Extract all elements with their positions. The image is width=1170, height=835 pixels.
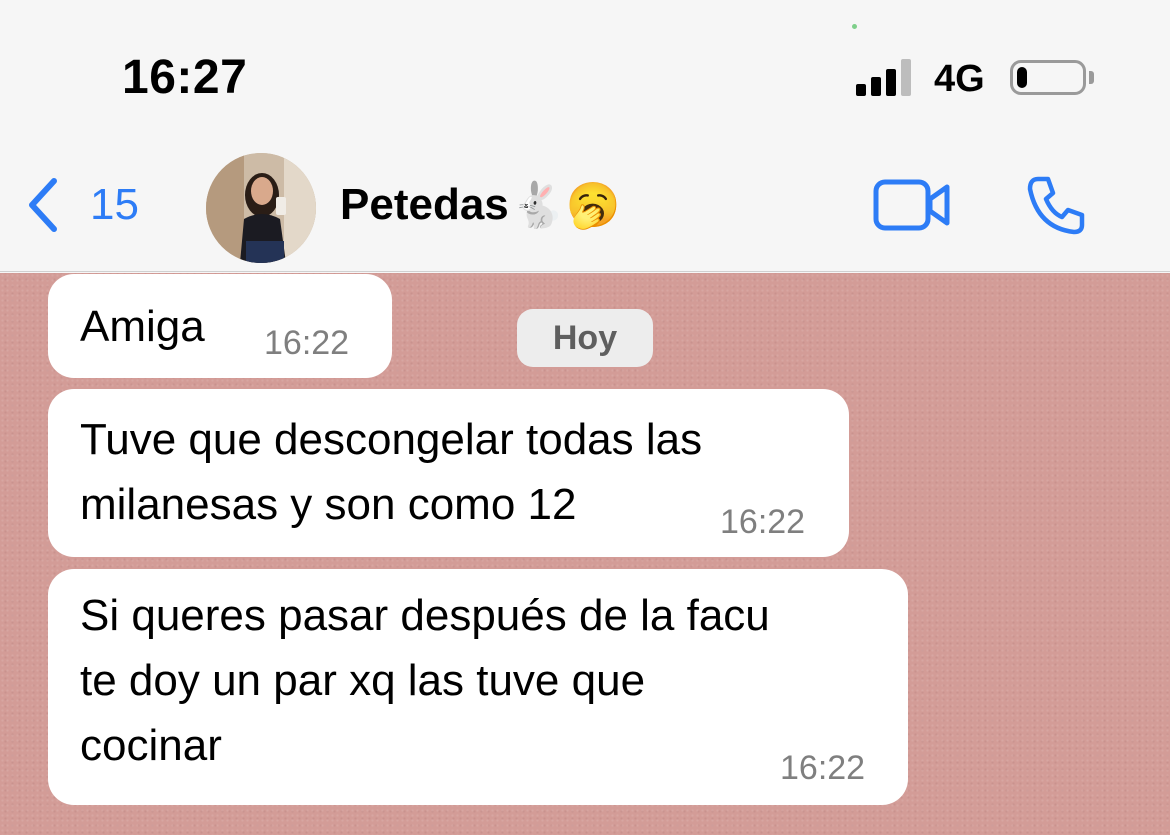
message-bubble[interactable]: Tuve que descongelar todas las milanesas… <box>48 389 849 557</box>
signal-bar <box>886 69 896 96</box>
message-text: Amiga <box>80 302 205 351</box>
chat-messages-area[interactable]: Hoy Amiga 16:22 Tuve que descongelar tod… <box>0 273 1170 835</box>
battery-icon <box>1010 60 1086 95</box>
chat-header: 15 Petedas 🐇🥱 <box>0 135 1170 272</box>
message-text: Tuve que descongelar todas las milanesas… <box>80 415 703 529</box>
video-camera-icon <box>873 179 950 231</box>
signal-bar <box>856 84 866 96</box>
video-call-button[interactable] <box>872 177 952 233</box>
signal-bar <box>871 77 881 96</box>
contact-name-text: Petedas <box>340 180 509 229</box>
battery-level <box>1017 67 1027 88</box>
contact-avatar[interactable] <box>206 153 316 263</box>
status-bar: 16:27 4G <box>0 0 1170 135</box>
message-time: 16:22 <box>720 503 806 541</box>
signal-bar <box>901 59 911 96</box>
message-text: Si queres pasar después de la facu te do… <box>80 591 770 770</box>
avatar-image <box>206 153 316 263</box>
cellular-signal-icon <box>856 59 914 96</box>
message-time: 16:22 <box>780 749 866 787</box>
contact-name-emoji: 🐇🥱 <box>510 181 621 230</box>
date-separator: Hoy <box>517 309 653 367</box>
phone-icon <box>1027 176 1085 235</box>
chat-screen: 16:27 4G 15 Petedas 🐇🥱 Hoy Amiga 16:22 T… <box>0 0 1170 835</box>
camera-indicator <box>852 24 857 29</box>
network-type: 4G <box>934 58 985 100</box>
chevron-left-icon <box>29 178 57 232</box>
unread-count: 15 <box>90 180 139 229</box>
status-time: 16:27 <box>122 51 248 104</box>
message-bubble[interactable]: Si queres pasar después de la facu te do… <box>48 569 908 805</box>
message-bubble[interactable]: Amiga 16:22 <box>48 274 392 378</box>
voice-call-button[interactable] <box>1024 173 1088 237</box>
back-button[interactable]: 15 <box>24 175 139 235</box>
message-time: 16:22 <box>264 324 350 362</box>
contact-name[interactable]: Petedas 🐇🥱 <box>340 179 620 231</box>
battery-tip <box>1089 71 1094 84</box>
